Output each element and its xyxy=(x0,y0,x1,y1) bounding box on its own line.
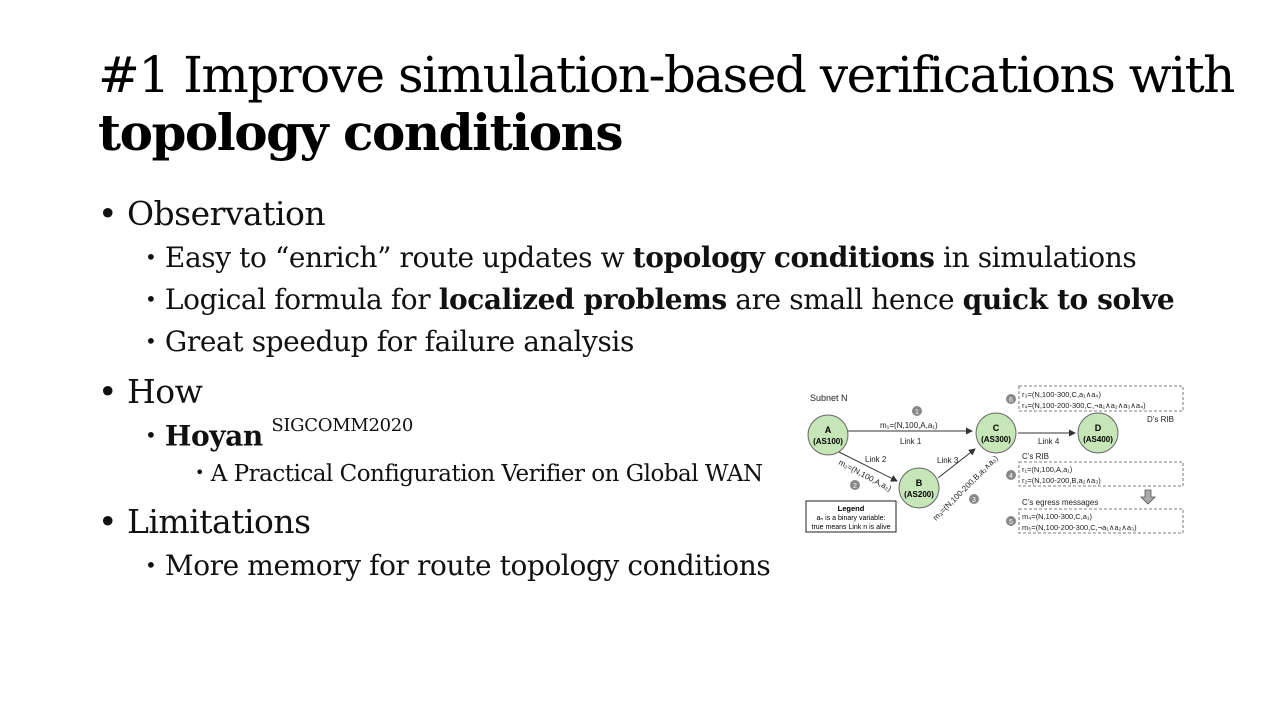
hoyan-description: A Practical Configuration Verifier on Gl… xyxy=(210,461,763,487)
speedup-text: Great speedup for failure analysis xyxy=(164,325,634,358)
legend-line-2: true means Link n is alive xyxy=(812,524,891,531)
sub-bullet-speedup: • Great speedup for failure analysis xyxy=(145,325,634,358)
node-c-as: (AS300) xyxy=(981,435,1011,444)
link-3-label: Link 3 xyxy=(937,456,959,465)
node-a-name: A xyxy=(825,425,832,435)
formula-text-pre: Logical formula for xyxy=(164,283,439,316)
d-rib-label: D’s RIB xyxy=(1147,415,1174,424)
bullet-how: • How xyxy=(98,372,203,411)
enrich-text-pre: Easy to “enrich” route updates w xyxy=(164,241,633,274)
step-4-number: 4 xyxy=(1009,473,1013,480)
step-6-marker: 6 xyxy=(1006,394,1016,404)
step-2-number: 2 xyxy=(853,483,857,490)
node-a: A (AS100) xyxy=(807,414,849,456)
legend-line-1: aₙ is a binary variable: xyxy=(817,515,886,522)
node-d-as: (AS400) xyxy=(1083,435,1113,444)
message-m1: m₁=(N,100,A,a₁) xyxy=(880,421,938,430)
step-3-number: 3 xyxy=(972,497,976,504)
c-egress-box: m₄=(N,100-300,C,a₁) m₅=(N,100-200-300,C,… xyxy=(1018,508,1184,534)
step-5-marker: 5 xyxy=(1006,516,1016,526)
title-line-2: topology conditions xyxy=(98,103,624,162)
enrich-text-post: in simulations xyxy=(934,241,1137,274)
formula-text-bold-2: quick to solve xyxy=(962,283,1175,316)
step-6-number: 6 xyxy=(1009,397,1013,404)
formula-text-mid: are small hence xyxy=(726,283,963,316)
bullet-limitations-label: Limitations xyxy=(126,502,311,541)
d-rib-r4: r₄=(N,100-200-300,C,¬a₁∧a₂∧a₃∧a₄) xyxy=(1022,401,1146,410)
c-egress-m5: m₅=(N,100-200-300,C,¬a₁∧a₂∧a₃) xyxy=(1022,523,1137,532)
bullet-how-label: How xyxy=(126,372,203,411)
d-rib-box: r₃=(N,100-300,C,a₁∧a₄) r₄=(N,100-200-300… xyxy=(1018,385,1184,412)
sub-sub-bullet-hoyan-desc: • A Practical Configuration Verifier on … xyxy=(195,461,763,487)
hoyan-venue: SIGCOMM2020 xyxy=(271,415,414,436)
c-rib-box: r₁=(N,100,A,a₁) r₂=(N,100-200,B,a₂∧a₃) xyxy=(1018,461,1184,487)
hoyan-label: Hoyan xyxy=(164,419,263,453)
slide-title: #1 Improve simulation-based verification… xyxy=(98,46,1248,162)
node-b-name: B xyxy=(916,478,923,488)
node-a-as: (AS100) xyxy=(813,437,843,446)
bullet-observation: • Observation xyxy=(98,194,326,233)
step-3-marker: 3 xyxy=(969,494,979,504)
formula-text-bold-1: localized problems xyxy=(438,283,727,316)
enrich-text-bold: topology conditions xyxy=(632,241,935,274)
subnet-label: Subnet N xyxy=(810,393,848,403)
c-egress-m4: m₄=(N,100-300,C,a₁) xyxy=(1022,512,1092,521)
link-1-label: Link 1 xyxy=(900,437,922,446)
c-egress-label: C’s egress messages xyxy=(1022,498,1098,507)
sub-bullet-logical-formula: • Logical formula for localized problems… xyxy=(145,283,1175,316)
node-c-name: C xyxy=(993,423,1000,433)
node-b: B (AS200) xyxy=(898,467,940,509)
node-b-as: (AS200) xyxy=(904,490,934,499)
legend-box: Legend aₙ is a binary variable: true mea… xyxy=(805,500,897,533)
step-2-marker: 2 xyxy=(850,480,860,490)
c-rib-r1: r₁=(N,100,A,a₁) xyxy=(1022,465,1073,474)
sub-bullet-enrich: • Easy to “enrich” route updates w topol… xyxy=(145,241,1137,274)
legend-title: Legend xyxy=(838,504,865,513)
step-5-number: 5 xyxy=(1009,519,1013,526)
node-d-name: D xyxy=(1095,423,1102,433)
down-arrow-icon xyxy=(1140,489,1156,505)
memory-text: More memory for route topology condition… xyxy=(164,549,771,582)
link-4-label: Link 4 xyxy=(1038,437,1060,446)
c-rib-r2: r₂=(N,100-200,B,a₂∧a₃) xyxy=(1022,476,1101,485)
link-2-label: Link 2 xyxy=(865,455,887,464)
c-rib-label: C’s RIB xyxy=(1022,452,1049,461)
title-line-1: #1 Improve simulation-based verification… xyxy=(98,46,1235,104)
step-1-number: 1 xyxy=(915,409,919,416)
step-1-marker: 1 xyxy=(912,406,922,416)
bullet-observation-label: Observation xyxy=(126,194,326,233)
sub-bullet-memory: • More memory for route topology conditi… xyxy=(145,549,771,582)
node-d: D (AS400) xyxy=(1077,412,1119,454)
node-c: C (AS300) xyxy=(975,412,1017,454)
bullet-limitations: • Limitations xyxy=(98,502,311,541)
hoyan-topology-diagram: Subnet N A (AS100) B (AS200) C (AS300) D… xyxy=(805,385,1184,534)
step-4-marker: 4 xyxy=(1006,470,1016,480)
d-rib-r3: r₃=(N,100-300,C,a₁∧a₄) xyxy=(1022,390,1101,399)
sub-bullet-hoyan: • Hoyan SIGCOMM2020 xyxy=(145,415,414,453)
